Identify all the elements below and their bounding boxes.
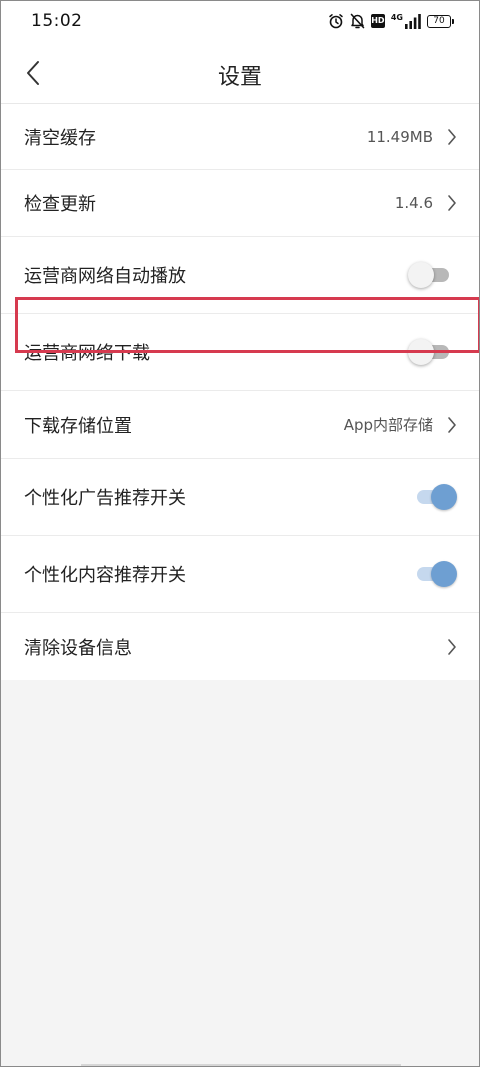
settings-item-download-location[interactable]: 下载存储位置 App内部存储 [1,391,479,459]
settings-item-label: 个性化内容推荐开关 [24,565,186,586]
personalized-ads-toggle[interactable] [415,484,457,510]
personalized-content-toggle[interactable] [415,561,457,587]
network-type-label: 4G [390,13,403,22]
settings-item-label: 运营商网络下载 [24,343,150,364]
cache-size-value: 11.49MB [366,127,433,146]
status-bar: 15:02 HD 4G 70 [1,1,479,41]
chevron-right-icon [445,637,459,657]
settings-item-label: 下载存储位置 [24,415,132,437]
settings-item-check-update[interactable]: 检查更新 1.4.6 [1,170,479,237]
settings-item-label: 检查更新 [24,194,96,215]
carrier-autoplay-toggle[interactable] [408,262,451,288]
carrier-download-toggle[interactable] [408,339,451,365]
mute-bell-icon [350,13,365,29]
version-value: 1.4.6 [394,194,433,212]
settings-list: 清空缓存 11.49MB 检查更新 1.4.6 运营商网络自动播放 运营商网络下… [1,104,479,680]
settings-item-carrier-autoplay: 运营商网络自动播放 [1,237,479,314]
download-location-value: App内部存储 [343,416,433,434]
status-icons: HD 4G 70 [328,12,454,30]
app-frame: 15:02 HD 4G 70 设置 清空缓存 11.49MB 检查更新 1.4.… [0,0,480,1067]
chevron-right-icon [445,415,459,435]
settings-item-clear-device-info[interactable]: 清除设备信息 [1,613,479,680]
page-title: 设置 [217,65,262,90]
settings-item-clear-cache[interactable]: 清空缓存 11.49MB [1,104,479,170]
navigation-gesture-bar [81,1064,401,1066]
hd-icon: HD [370,14,385,28]
settings-item-label: 清空缓存 [24,127,96,149]
signal-icon [405,13,421,29]
settings-item-carrier-download: 运营商网络下载 [1,314,479,391]
settings-item-label: 运营商网络自动播放 [24,266,186,287]
settings-item-label: 个性化广告推荐开关 [24,488,186,509]
chevron-right-icon [445,193,459,213]
alarm-icon [329,14,343,29]
page-header: 设置 [1,41,479,104]
settings-item-personalized-content: 个性化内容推荐开关 [1,536,479,613]
battery-icon: 70 [427,14,454,28]
settings-item-personalized-ads: 个性化广告推荐开关 [1,459,479,536]
status-time: 15:02 [31,11,83,31]
chevron-right-icon [445,127,459,147]
settings-item-label: 清除设备信息 [24,637,132,659]
